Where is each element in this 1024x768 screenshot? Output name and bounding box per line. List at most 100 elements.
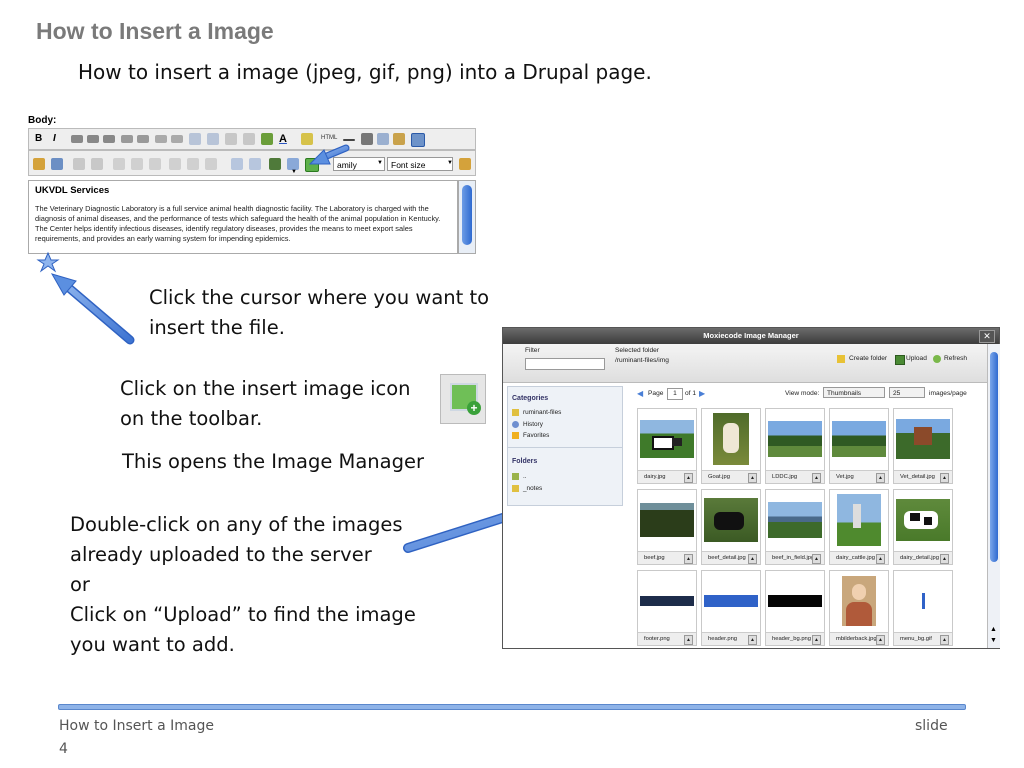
instruction-opens-manager: This opens the Image Manager (122, 450, 425, 473)
arrow-to-cursor (50, 273, 135, 345)
thumbnail-filename: dairy.jpg (644, 474, 666, 480)
image-thumbnail[interactable]: beef.jpg ▲ (637, 489, 697, 565)
instruction-insert-icon: Click on the insert image icon on the to… (120, 374, 411, 434)
category-item[interactable]: Favorites (512, 432, 549, 439)
thumbnail-image[interactable] (704, 494, 758, 546)
close-icon[interactable]: ✕ (979, 330, 995, 343)
scroll-up-icon[interactable]: ▲ (990, 626, 997, 633)
image-thumbnail[interactable]: Vet_detail.jpg ▲ (893, 408, 953, 484)
filter-input[interactable] (525, 358, 605, 370)
thumbnail-menu-icon[interactable]: ▲ (684, 635, 693, 645)
image-thumbnail[interactable]: beef_detail.jpg ▲ (701, 489, 761, 565)
star-icon (512, 432, 519, 439)
category-label: ruminant-files (523, 409, 562, 417)
thumbnail-menu-icon[interactable]: ▲ (684, 554, 693, 564)
thumbnail-caption: Vet_detail.jpg ▲ (894, 470, 952, 483)
instruction-line: you want to add. (70, 633, 235, 656)
image-thumbnail[interactable]: dairy_cattle.jpg ▲ (829, 489, 889, 565)
folder-item[interactable]: _notes (512, 485, 542, 492)
image-thumbnail[interactable]: header_bg.png ▲ (765, 570, 825, 646)
thumbnail-image[interactable] (832, 494, 886, 546)
page-label: Page (648, 390, 664, 397)
parent-folder-icon (512, 473, 519, 480)
thumbnail-menu-icon[interactable]: ▲ (748, 635, 757, 645)
image-manager-topbar: Filter Selected folder /ruminant-files/i… (503, 344, 987, 383)
image-thumbnail[interactable]: footer.png ▲ (637, 570, 697, 646)
thumbnail-menu-icon[interactable]: ▲ (876, 473, 885, 483)
thumbnail-filename: beef_detail.jpg (708, 555, 746, 561)
image-thumbnail[interactable]: beef_in_field.jpg ▲ (765, 489, 825, 565)
category-item[interactable]: History (512, 421, 543, 428)
thumbnail-filename: mbilderback.jpg (836, 636, 877, 642)
thumbnail-image[interactable] (896, 575, 950, 627)
image-thumbnail[interactable]: Vet.jpg ▲ (829, 408, 889, 484)
thumbnail-menu-icon[interactable]: ▲ (876, 635, 885, 645)
thumbnail-menu-icon[interactable]: ▲ (940, 635, 949, 645)
thumbnail-image[interactable] (768, 575, 822, 627)
thumbnail-image[interactable] (768, 494, 822, 546)
instruction-line: Click on “Upload” to find the image (70, 603, 416, 626)
image-manager-scroll-thumb[interactable] (990, 352, 998, 562)
thumbnail-menu-icon[interactable]: ▲ (748, 554, 757, 564)
footer-bar (58, 704, 966, 710)
selected-folder-path: /ruminant-files/img (615, 357, 669, 364)
thumbnail-image[interactable] (832, 413, 886, 465)
view-mode-select[interactable]: Thumbnails (823, 387, 885, 398)
thumbnail-menu-icon[interactable]: ▲ (812, 473, 821, 483)
view-mode-label: View mode: (785, 390, 820, 397)
image-thumbnail[interactable]: dairy_detail.jpg ▲ (893, 489, 953, 565)
thumbnail-menu-icon[interactable]: ▲ (812, 635, 821, 645)
instruction-line: Click the cursor where you want to (149, 286, 490, 309)
image-thumbnail[interactable]: header.png ▲ (701, 570, 761, 646)
thumbnail-image[interactable] (640, 494, 694, 546)
per-page-select[interactable]: 25 (889, 387, 925, 398)
cursor-star-icon (36, 251, 60, 273)
thumbnail-filename: footer.png (644, 636, 670, 642)
thumbnail-image[interactable] (896, 413, 950, 465)
refresh-button[interactable]: Refresh (944, 355, 967, 362)
thumbnail-image[interactable] (768, 413, 822, 465)
thumbnail-menu-icon[interactable]: ▲ (876, 554, 885, 564)
category-label: History (523, 421, 543, 429)
thumbnail-image[interactable] (640, 575, 694, 627)
image-thumbnail[interactable]: mbilderback.jpg ▲ (829, 570, 889, 646)
thumbnail-caption: dairy.jpg ▲ (638, 470, 696, 483)
prev-page-icon[interactable]: ◀ (637, 389, 643, 398)
instruction-line: on the toolbar. (120, 407, 263, 430)
scroll-down-icon[interactable]: ▼ (990, 637, 997, 644)
instruction-line: already uploaded to the server (70, 543, 372, 566)
create-folder-button[interactable]: Create folder (849, 355, 887, 362)
thumbnail-filename: Vet_detail.jpg (900, 474, 935, 480)
thumbnail-filename: beef.jpg (644, 555, 665, 561)
image-thumbnail[interactable]: LDDC.jpg ▲ (765, 408, 825, 484)
image-manager-scrollbar[interactable]: ▲ ▼ (987, 344, 1000, 648)
folder-item[interactable]: .. (512, 473, 527, 480)
category-item[interactable]: ruminant-files (512, 409, 561, 416)
upload-button[interactable]: Upload (906, 355, 927, 362)
thumbnail-menu-icon[interactable]: ▲ (684, 473, 693, 483)
page-input[interactable]: 1 (667, 388, 683, 400)
thumbnail-menu-icon[interactable]: ▲ (748, 473, 757, 483)
folder-label: _notes (523, 485, 543, 493)
folder-label: .. (523, 473, 527, 481)
thumbnail-menu-icon[interactable]: ▲ (812, 554, 821, 564)
image-thumbnail[interactable]: menu_bg.gif ▲ (893, 570, 953, 646)
thumbnail-image[interactable] (640, 413, 694, 465)
image-thumbnail[interactable]: Goat.jpg ▲ (701, 408, 761, 484)
image-thumbnail[interactable]: dairy.jpg ▲ (637, 408, 697, 484)
thumbnail-caption: header_bg.png ▲ (766, 632, 824, 645)
image-manager-title: Moxiecode Image Manager (503, 328, 999, 344)
thumbnail-image[interactable] (704, 413, 758, 465)
per-page-label: images/page (929, 390, 967, 397)
thumbnail-menu-icon[interactable]: ▲ (940, 554, 949, 564)
footer-slide-label: slide (915, 718, 948, 734)
thumbnail-filename: header_bg.png (772, 636, 812, 642)
thumbnail-image[interactable] (832, 575, 886, 627)
thumbnail-caption: dairy_detail.jpg ▲ (894, 551, 952, 564)
thumbnail-menu-icon[interactable]: ▲ (940, 473, 949, 483)
thumbnail-image[interactable] (704, 575, 758, 627)
filter-label: Filter (525, 347, 540, 354)
next-page-icon[interactable]: ▶ (699, 389, 705, 398)
image-manager-window: Moxiecode Image Manager ✕ Filter Selecte… (502, 327, 1000, 649)
thumbnail-image[interactable] (896, 494, 950, 546)
